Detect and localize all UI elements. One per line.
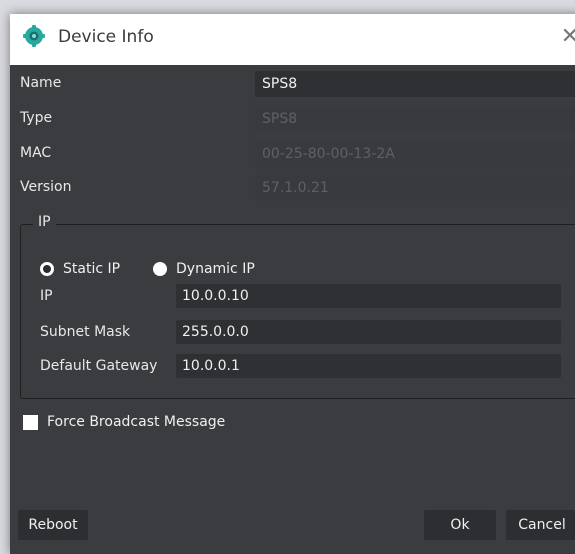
name-field[interactable]: SPS8 [255,71,575,97]
close-icon[interactable]: ✕ [555,22,575,52]
ip-group-title: IP [33,214,56,230]
type-label: Type [20,110,53,126]
version-label: Version [20,179,72,195]
name-label: Name [20,75,62,91]
subnet-mask-label: Subnet Mask [40,324,131,340]
device-gear-icon [23,25,45,47]
window-title: Device Info [58,27,154,47]
ok-button[interactable]: Ok [424,510,496,540]
device-info-dialog: Device Info ✕ Name SPS8 Type SPS8 MAC 00… [10,14,575,554]
mac-field: 00-25-80-00-13-2A [255,141,575,167]
checkbox-unchecked-icon [23,414,38,430]
title-bar: Device Info ✕ [10,14,575,65]
default-gateway-label: Default Gateway [40,358,158,374]
reboot-button[interactable]: Reboot [18,510,88,540]
ip-label: IP [40,288,53,304]
static-ip-radio[interactable]: Static IP [40,259,120,279]
ip-input[interactable]: 10.0.0.10 [176,284,561,308]
force-broadcast-label: Force Broadcast Message [47,414,226,430]
cancel-button[interactable]: Cancel [506,510,575,540]
dynamic-ip-radio[interactable]: Dynamic IP [153,259,255,279]
type-field: SPS8 [255,106,575,132]
subnet-mask-input[interactable]: 255.0.0.0 [176,320,561,344]
radio-checked-icon [40,262,54,276]
version-field: 57.1.0.21 [255,175,575,201]
force-broadcast-checkbox[interactable]: Force Broadcast Message [23,414,225,430]
dynamic-ip-label: Dynamic IP [176,261,255,277]
default-gateway-input[interactable]: 10.0.0.1 [176,354,561,378]
static-ip-label: Static IP [63,261,121,277]
radio-unchecked-icon [153,262,167,276]
mac-label: MAC [20,145,52,161]
